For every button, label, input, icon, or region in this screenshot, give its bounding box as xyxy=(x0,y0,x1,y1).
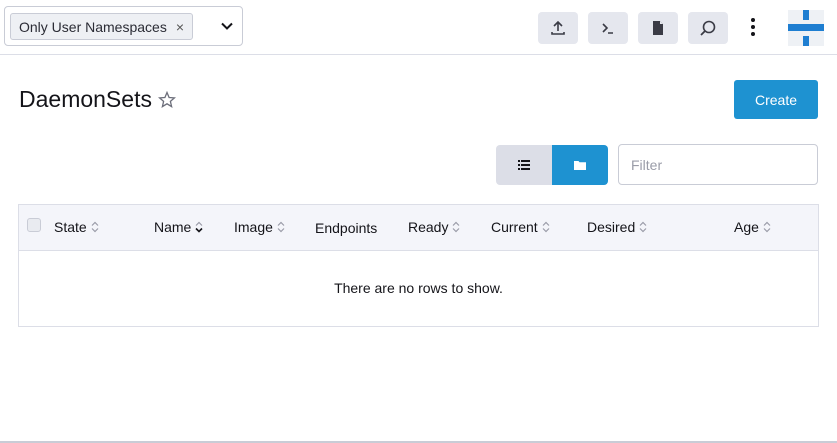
upload-icon xyxy=(551,20,565,35)
import-yaml-button[interactable] xyxy=(538,12,578,44)
namespace-chip: Only User Namespaces × xyxy=(10,13,194,40)
search-icon xyxy=(700,20,716,36)
column-header-current[interactable]: Current xyxy=(491,219,550,235)
list-view-button[interactable] xyxy=(496,145,552,185)
page-title: DaemonSets xyxy=(19,86,152,112)
sort-icon xyxy=(639,221,647,233)
column-header-desired[interactable]: Desired xyxy=(587,219,647,235)
resource-table: State Name Image Endpoints Ready Current… xyxy=(18,204,819,327)
favorite-star-icon[interactable] xyxy=(158,91,176,109)
list-icon xyxy=(518,160,530,170)
column-header-ready[interactable]: Ready xyxy=(408,219,460,235)
top-bar: Only User Namespaces × xyxy=(0,0,837,55)
sort-icon xyxy=(277,221,285,233)
sort-icon xyxy=(763,221,771,233)
file-icon xyxy=(653,21,663,35)
cluster-logo-icon[interactable] xyxy=(788,10,824,46)
create-button[interactable]: Create xyxy=(734,80,818,119)
column-header-image[interactable]: Image xyxy=(234,219,285,235)
filter-input[interactable] xyxy=(618,144,818,185)
column-header-state[interactable]: State xyxy=(54,219,99,235)
namespace-chip-label: Only User Namespaces xyxy=(19,18,167,35)
sort-icon xyxy=(195,221,203,233)
sort-icon xyxy=(453,221,460,233)
group-by-namespace-button[interactable] xyxy=(552,145,608,185)
column-header-age[interactable]: Age xyxy=(734,219,771,235)
select-all-checkbox[interactable] xyxy=(27,218,41,232)
folder-icon xyxy=(574,161,586,170)
kebab-icon[interactable] xyxy=(746,14,760,40)
chevron-down-icon[interactable] xyxy=(220,19,234,33)
column-header-endpoints: Endpoints xyxy=(315,220,378,236)
sort-icon xyxy=(542,221,550,233)
sort-icon xyxy=(91,221,99,233)
column-header-name[interactable]: Name xyxy=(154,219,203,235)
terminal-icon xyxy=(602,23,613,34)
download-kubeconfig-button[interactable] xyxy=(638,12,678,44)
resource-search-button[interactable] xyxy=(688,12,728,44)
empty-table-message: There are no rows to show. xyxy=(334,280,503,296)
namespace-filter-select[interactable]: Only User Namespaces × xyxy=(4,6,243,46)
view-mode-toggle xyxy=(496,145,608,185)
kubectl-shell-button[interactable] xyxy=(588,12,628,44)
chip-remove-icon[interactable]: × xyxy=(176,19,184,35)
table-header: State Name Image Endpoints Ready Current… xyxy=(19,205,818,251)
